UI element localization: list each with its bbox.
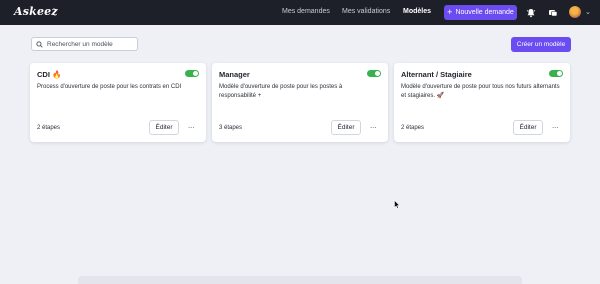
search-field[interactable]: [31, 37, 138, 51]
edit-button[interactable]: Éditer: [149, 120, 179, 135]
new-request-label: Nouvelle demande: [455, 9, 514, 16]
nav-link-mes-demandes[interactable]: Mes demandes: [282, 8, 330, 15]
new-request-button[interactable]: + Nouvelle demande: [444, 5, 517, 20]
enabled-toggle[interactable]: [367, 70, 381, 77]
card-title: CDI 🔥: [37, 70, 62, 79]
bottom-panel-edge: [78, 276, 522, 284]
edit-button[interactable]: Éditer: [513, 120, 543, 135]
search-input[interactable]: [47, 40, 132, 48]
user-avatar[interactable]: [569, 6, 581, 18]
edit-button[interactable]: Éditer: [331, 120, 361, 135]
card-title: Manager: [219, 70, 250, 79]
plus-icon: +: [447, 7, 453, 17]
card-description: Modèle d'ouverture de poste pour tous no…: [401, 84, 560, 99]
more-options-icon[interactable]: ···: [184, 121, 198, 133]
create-template-button[interactable]: Créer un modèle: [511, 37, 571, 52]
template-card-manager: Manager Modèle d'ouverture de poste pour…: [212, 63, 388, 142]
chevron-down-icon[interactable]: ⌄: [585, 8, 591, 16]
nav-link-modeles[interactable]: Modèles: [403, 8, 431, 15]
mouse-cursor-icon: [394, 200, 400, 209]
card-description: Modèle d'ouverture de poste pour les pos…: [219, 84, 343, 99]
more-options-icon[interactable]: ···: [548, 121, 562, 133]
notifications-bell-icon[interactable]: [525, 7, 536, 18]
template-card-cdi: CDI 🔥 Process d'ouverture de poste pour …: [30, 63, 206, 142]
nav-link-mes-validations[interactable]: Mes validations: [342, 8, 390, 15]
template-card-alternant-stagiaire: Alternant / Stagiaire Modèle d'ouverture…: [394, 63, 570, 142]
chat-messages-icon[interactable]: [547, 7, 558, 18]
card-description: Process d'ouverture de poste pour les co…: [37, 84, 182, 90]
more-options-icon[interactable]: ···: [366, 121, 380, 133]
card-title: Alternant / Stagiaire: [401, 70, 472, 79]
top-navbar: Askeez Mes demandes Mes validations Modè…: [0, 0, 600, 25]
card-steps-count: 2 étapes: [401, 125, 425, 131]
enabled-toggle[interactable]: [185, 70, 199, 77]
card-steps-count: 2 étapes: [37, 125, 61, 131]
search-icon: [36, 40, 43, 48]
app-logo[interactable]: Askeez: [14, 5, 58, 18]
enabled-toggle[interactable]: [549, 70, 563, 77]
card-steps-count: 3 étapes: [219, 125, 243, 131]
